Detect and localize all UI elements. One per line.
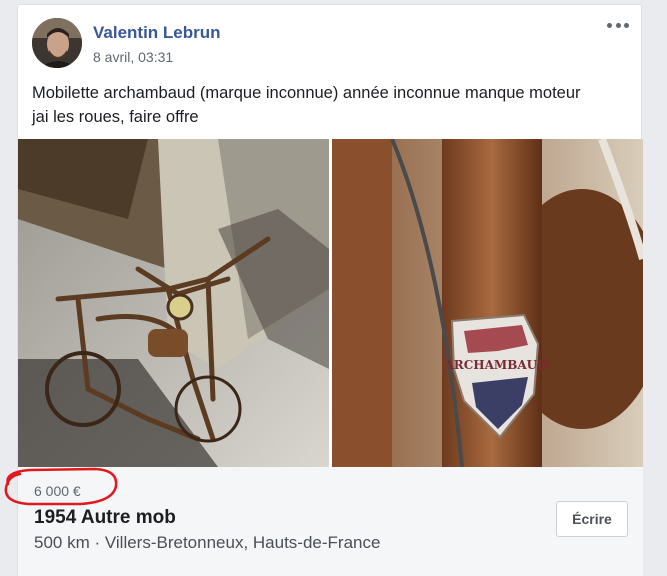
listing-title[interactable]: 1954 Autre mob xyxy=(34,507,176,529)
more-options-icon[interactable] xyxy=(607,18,629,32)
listing-price: 6 000 € xyxy=(34,483,81,499)
listing-location: 500 km · Villers-Bretonneux, Hauts-de-Fr… xyxy=(34,533,381,552)
post-text: Mobilette archambaud (marque inconnue) a… xyxy=(32,81,632,129)
listing-info: 6 000 € 1954 Autre mob 500 km · Villers-… xyxy=(18,467,643,576)
marketplace-post-card: Valentin Lebrun 8 avril, 03:31 Mobilette… xyxy=(17,4,643,576)
author-avatar[interactable] xyxy=(32,18,82,68)
post-text-line: jai les roues, faire offre xyxy=(32,108,199,126)
author-name[interactable]: Valentin Lebrun xyxy=(93,23,221,43)
post-text-line: Mobilette archambaud (marque inconnue) a… xyxy=(32,84,581,102)
post-timestamp[interactable]: 8 avril, 03:31 xyxy=(93,49,173,65)
archambaud-badge-photo[interactable]: ARCHAMBAUD xyxy=(332,139,643,467)
write-message-button[interactable]: Écrire xyxy=(556,501,628,537)
photo-grid: ARCHAMBAUD xyxy=(18,139,643,467)
badge-text: ARCHAMBAUD xyxy=(443,358,547,372)
moped-frame-photo[interactable] xyxy=(18,139,329,467)
